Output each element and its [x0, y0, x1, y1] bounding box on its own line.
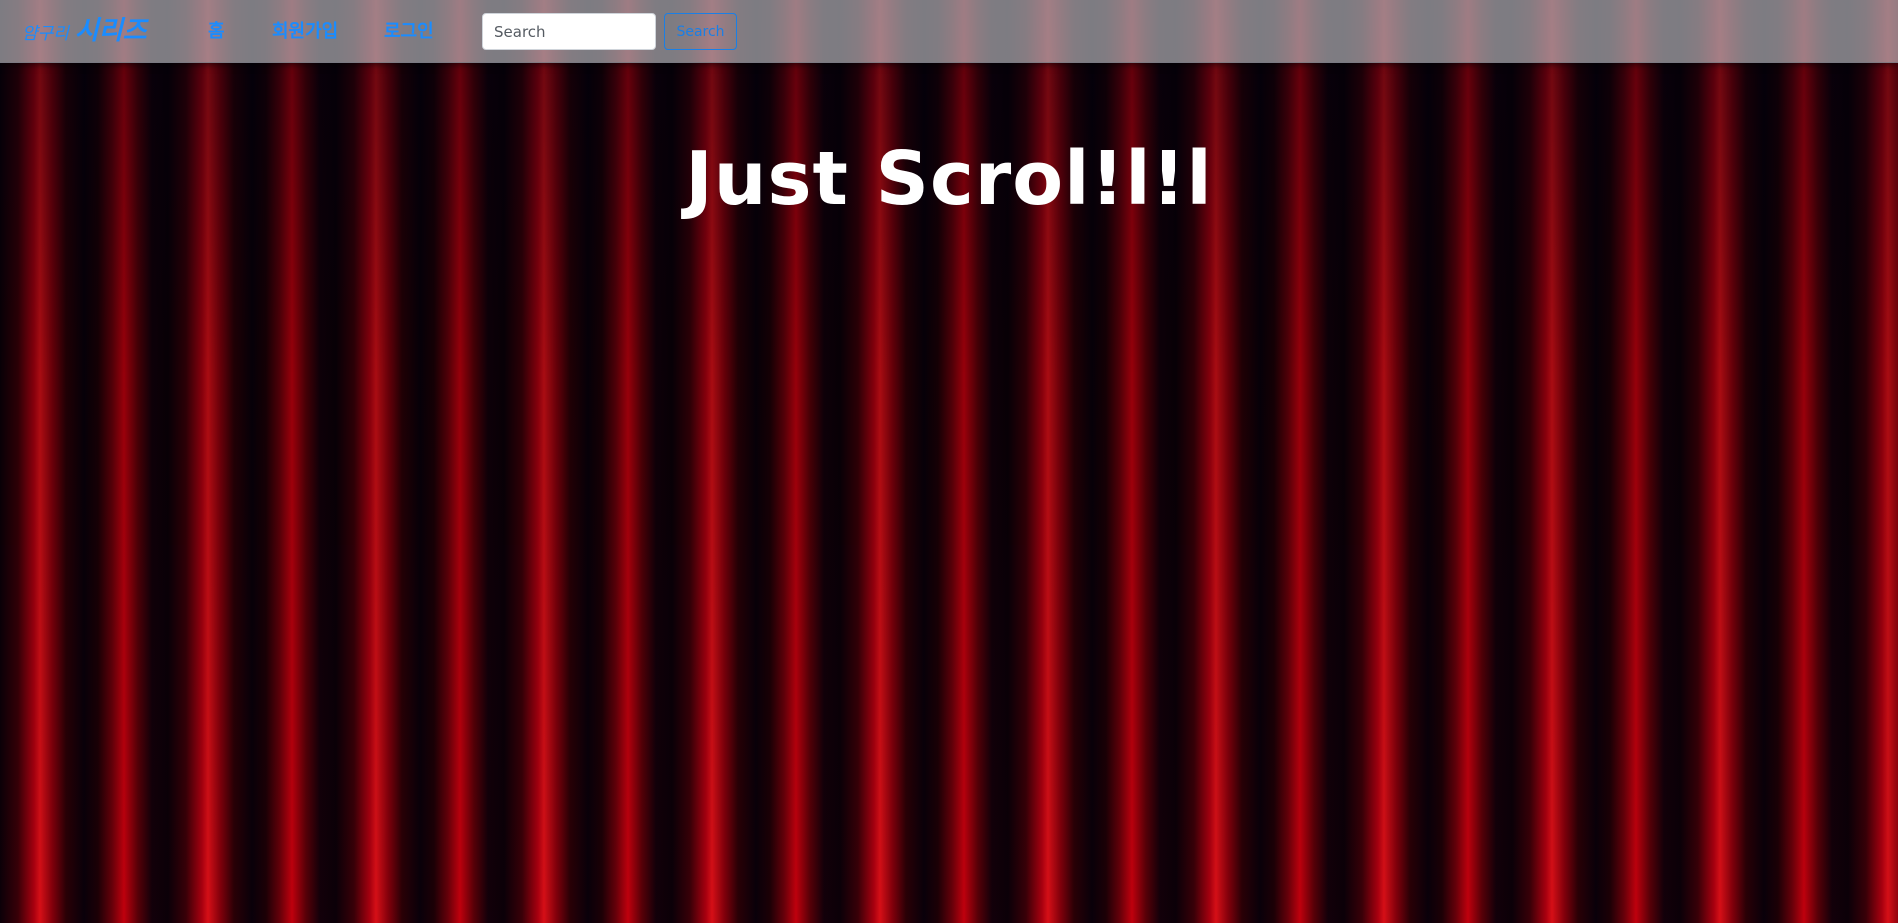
- navbar: 얌구리 시리즈 홈 회원가입 로그인 Search: [0, 0, 1898, 63]
- nav-link-home[interactable]: 홈: [208, 17, 225, 43]
- brand-small-text: 얌구리: [22, 24, 69, 44]
- search-input[interactable]: [482, 13, 656, 50]
- nav-link-signup[interactable]: 회원가입: [272, 17, 338, 43]
- nav-link-login[interactable]: 로그인: [384, 17, 434, 43]
- brand-logo[interactable]: 얌구리 시리즈: [22, 10, 147, 47]
- page-title: Just Scrol!l!l: [685, 136, 1213, 222]
- brand-large-text: 시리즈: [74, 16, 147, 46]
- search-button[interactable]: Search: [664, 13, 737, 50]
